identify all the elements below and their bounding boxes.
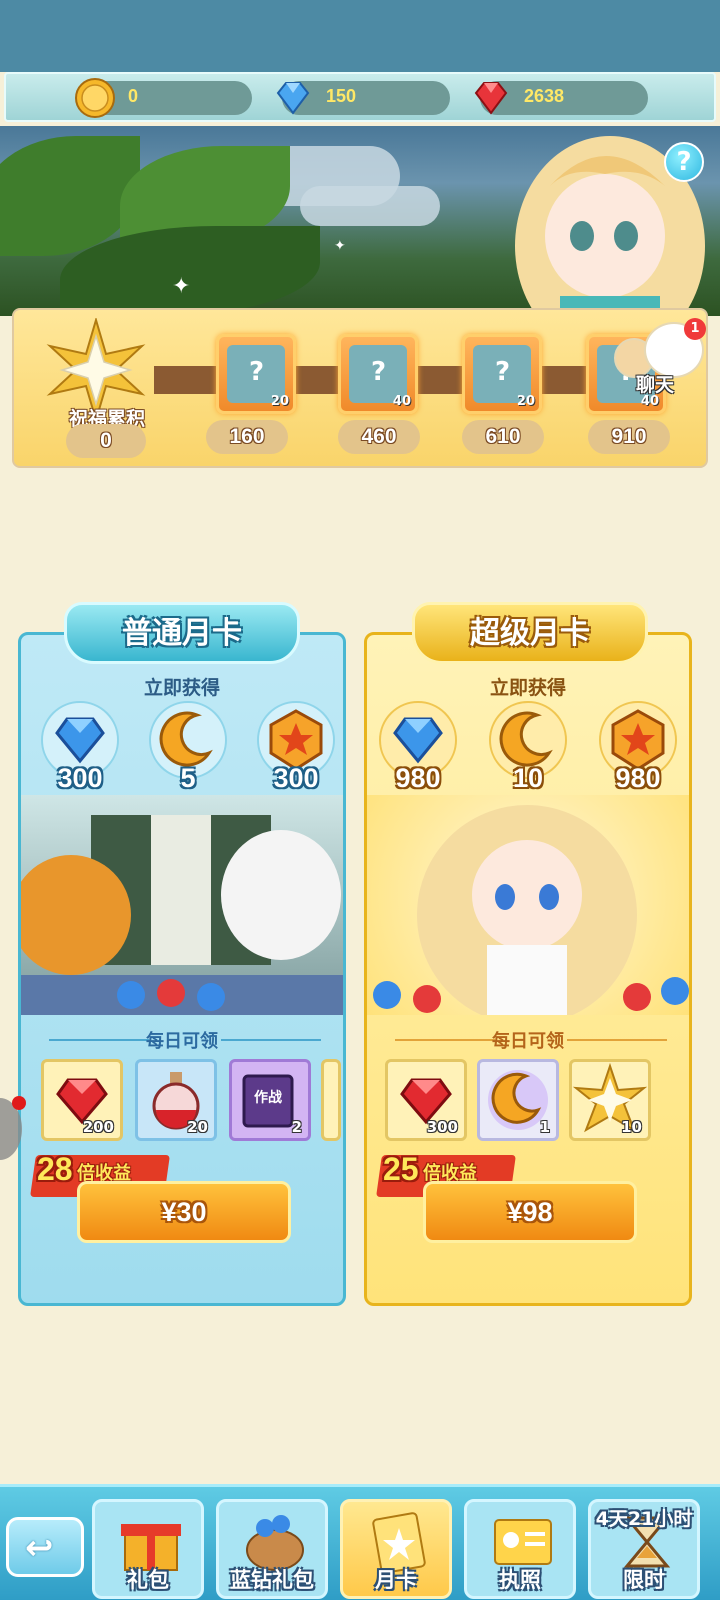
sparkle-icon: ✦ [334,238,346,254]
instant-amount: 10 [512,763,544,793]
gift-box-icon [121,1524,181,1571]
divider [567,1039,667,1041]
daily-amount: 300 [426,1118,458,1136]
instant-label: 立即获得 [489,677,566,699]
milestone-points: 160 [206,420,288,454]
divider [221,1039,321,1041]
month-card-icon [372,1512,426,1572]
tab-label: 执照 [499,1568,541,1592]
tab-label: 蓝钻礼包 [230,1568,314,1592]
buy-normal-card-button[interactable]: ¥30 [77,1181,291,1243]
milestone-points: 910 [588,420,670,454]
blue-diamond-value: 150 [326,86,357,106]
daily-item-3[interactable]: 作战 2 [229,1059,311,1141]
tab-label: 限时 [623,1568,665,1592]
bottom-nav: ↩ 礼包 蓝钻礼包 月卡 执照 4天21小时 限时 [0,1484,720,1600]
book-title: 作战 [254,1089,282,1106]
chat-button[interactable]: 1 聊天 [614,318,706,398]
instant-amount: 980 [615,763,661,793]
tab-label: 月卡 [375,1568,417,1592]
license-icon [494,1519,552,1565]
reward-count: 20 [516,394,535,409]
cloud [300,186,440,226]
reward-count: 20 [270,394,289,409]
daily-item-more[interactable] [321,1059,341,1141]
gold-coin-icon [75,78,115,118]
daily-item-2[interactable]: 1 [477,1059,559,1141]
tab-month-card[interactable]: 月卡 [340,1499,452,1599]
blessing-progress-panel: 祝福累积 0 ? 20 ? 40 ? 20 ? 40 160 460 610 9… [12,308,708,468]
milestone-reward-1[interactable]: ? 20 [216,334,296,414]
instant-amount: 5 [180,763,196,793]
daily-amount: 10 [621,1118,642,1136]
milestone-reward-3[interactable]: ? 20 [462,334,542,414]
milestone-points: 460 [338,420,420,454]
buy-super-card-button[interactable]: ¥98 [423,1181,637,1243]
blessing-value: 0 [66,424,146,458]
help-button[interactable]: ? [664,142,704,182]
blue-diamond-icon [276,82,310,115]
back-arrow-icon: ↩ [25,1528,54,1568]
diamond-sack-icon [246,1515,304,1571]
daily-item-3[interactable]: 10 [569,1059,651,1141]
gold-value: 0 [128,86,139,106]
bonus-multiplier: 25 [383,1151,419,1187]
daily-item-1[interactable]: 200 [41,1059,123,1141]
tiger-and-ghost-artwork [21,795,343,1015]
instant-amount: 980 [395,763,441,793]
super-card-title: 超级月卡 [412,602,648,664]
tab-gift-pack[interactable]: 礼包 [92,1499,204,1599]
tab-blue-diamond-pack[interactable]: 蓝钻礼包 [216,1499,328,1599]
blue-diamond-counter: 150 [276,81,450,115]
gold-counter: 0 [75,78,252,118]
instant-label: 立即获得 [143,677,220,699]
back-button[interactable]: ↩ [6,1517,84,1577]
red-diamond-icon [474,82,508,115]
red-diamond-counter: 2638 [474,81,648,115]
tab-license[interactable]: 执照 [464,1499,576,1599]
chat-label: 聊天 [636,374,675,396]
tab-label: 礼包 [127,1568,169,1592]
currency-bar: 0 150 2638 [4,72,716,122]
chat-badge: 1 [684,318,706,340]
normal-month-card: 立即获得 300 5 300 每日可领 200 20 作战 2 28 倍收益 ¥… [18,632,346,1306]
daily-amount: 200 [82,1118,114,1136]
red-diamond-value: 2638 [524,86,565,106]
scene-banner: ✦ ✦ [0,126,720,316]
status-strip [0,0,720,72]
daily-item-1[interactable]: 300 [385,1059,467,1141]
countdown-timer: 4天21小时 [595,1508,693,1530]
milestone-reward-2[interactable]: ? 40 [338,334,418,414]
tab-limited-time[interactable]: 4天21小时 限时 [588,1499,700,1599]
instant-amount: 300 [273,763,319,793]
bonus-multiplier: 28 [37,1151,73,1187]
milestone-points: 610 [462,420,544,454]
daily-amount: 1 [539,1118,550,1136]
daily-item-2[interactable]: 20 [135,1059,217,1141]
normal-card-title: 普通月卡 [64,602,300,664]
sparkle-icon: ✦ [172,274,191,299]
daily-amount: 2 [291,1118,302,1136]
notification-dot [12,1096,26,1110]
goddess-artwork [367,795,689,1025]
daily-amount: 20 [187,1118,208,1136]
super-month-card: 立即获得 980 10 980 每日可领 300 1 10 25 倍收益 ¥98 [364,632,692,1306]
instant-amount: 300 [57,763,103,793]
reward-count: 40 [392,394,411,409]
